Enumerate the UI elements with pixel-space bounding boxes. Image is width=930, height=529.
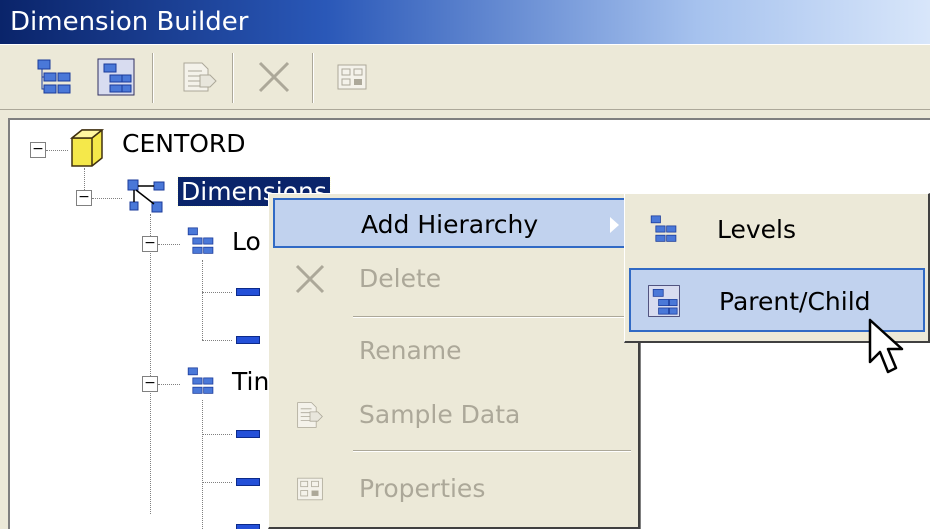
tree-line bbox=[202, 482, 232, 483]
toolbar bbox=[0, 44, 930, 110]
context-menu: Add Hierarchy Delete Rename Sample Data … bbox=[268, 193, 640, 529]
tree-line bbox=[158, 384, 180, 385]
level-icon bbox=[236, 336, 260, 344]
properties-icon bbox=[297, 477, 323, 501]
sample-data-icon bbox=[183, 62, 217, 92]
menu-item-label: Delete bbox=[359, 264, 442, 293]
menu-item-add-hierarchy[interactable]: Add Hierarchy bbox=[273, 198, 635, 248]
tree-line bbox=[46, 150, 68, 151]
parent-child-hierarchy-icon bbox=[97, 58, 135, 96]
tree-line bbox=[202, 292, 232, 293]
toolbar-separator bbox=[232, 53, 234, 103]
add-parent-child-hierarchy-button[interactable] bbox=[94, 55, 138, 99]
title-bar: Dimension Builder bbox=[0, 0, 930, 44]
parent-child-hierarchy-icon bbox=[648, 285, 680, 317]
tree-line bbox=[158, 244, 180, 245]
tree-node-hierarchy[interactable]: Tin bbox=[232, 366, 269, 398]
menu-separator bbox=[353, 316, 631, 318]
menu-item-label: Sample Data bbox=[359, 400, 521, 429]
hierarchy-icon bbox=[187, 367, 214, 394]
level-icon bbox=[236, 430, 260, 438]
hierarchy-icon bbox=[187, 227, 214, 254]
tree-line bbox=[202, 434, 232, 435]
tree-node-hierarchy[interactable]: Lo bbox=[232, 226, 261, 258]
collapse-root-button[interactable]: − bbox=[30, 142, 46, 158]
level-icon bbox=[236, 524, 260, 529]
level-icon bbox=[236, 288, 260, 296]
delete-icon bbox=[295, 264, 325, 294]
sample-data-icon bbox=[297, 402, 323, 428]
menu-item-rename[interactable]: Rename bbox=[273, 326, 635, 376]
delete-button[interactable] bbox=[252, 55, 296, 99]
properties-button[interactable] bbox=[330, 55, 374, 99]
menu-item-sample-data[interactable]: Sample Data bbox=[273, 390, 635, 440]
expand-hierarchy-button[interactable]: − bbox=[142, 376, 158, 392]
levels-hierarchy-icon bbox=[650, 215, 677, 242]
sample-data-button[interactable] bbox=[176, 55, 220, 99]
delete-icon bbox=[258, 61, 290, 93]
tree-node-root[interactable]: CENTORD bbox=[122, 128, 246, 160]
tree-line bbox=[92, 198, 122, 199]
menu-item-label: Properties bbox=[359, 474, 486, 503]
toolbar-separator bbox=[152, 53, 154, 103]
menu-item-label: Add Hierarchy bbox=[361, 210, 539, 239]
dimensions-icon bbox=[127, 179, 165, 213]
menu-separator bbox=[353, 450, 631, 452]
submenu-item-label: Levels bbox=[717, 215, 797, 244]
submenu-item-label: Parent/Child bbox=[719, 287, 871, 316]
add-levels-hierarchy-button[interactable] bbox=[30, 55, 74, 99]
menu-item-label: Rename bbox=[359, 336, 462, 365]
cube-icon bbox=[69, 129, 105, 167]
menu-item-delete[interactable]: Delete bbox=[273, 254, 635, 304]
mouse-pointer-icon bbox=[868, 318, 904, 374]
tree-line bbox=[150, 214, 151, 514]
levels-hierarchy-icon bbox=[37, 59, 71, 94]
submenu-arrow-icon bbox=[610, 217, 619, 233]
toolbar-separator bbox=[312, 53, 314, 103]
properties-icon bbox=[337, 64, 367, 90]
tree-line bbox=[202, 260, 203, 340]
collapse-dimensions-button[interactable]: − bbox=[76, 190, 92, 206]
expand-hierarchy-button[interactable]: − bbox=[142, 236, 158, 252]
tree-line bbox=[202, 400, 203, 529]
menu-item-properties[interactable]: Properties bbox=[273, 464, 635, 514]
submenu-item-levels[interactable]: Levels bbox=[629, 198, 925, 262]
tree-line bbox=[202, 340, 232, 341]
level-icon bbox=[236, 478, 260, 486]
window-title: Dimension Builder bbox=[10, 7, 249, 37]
